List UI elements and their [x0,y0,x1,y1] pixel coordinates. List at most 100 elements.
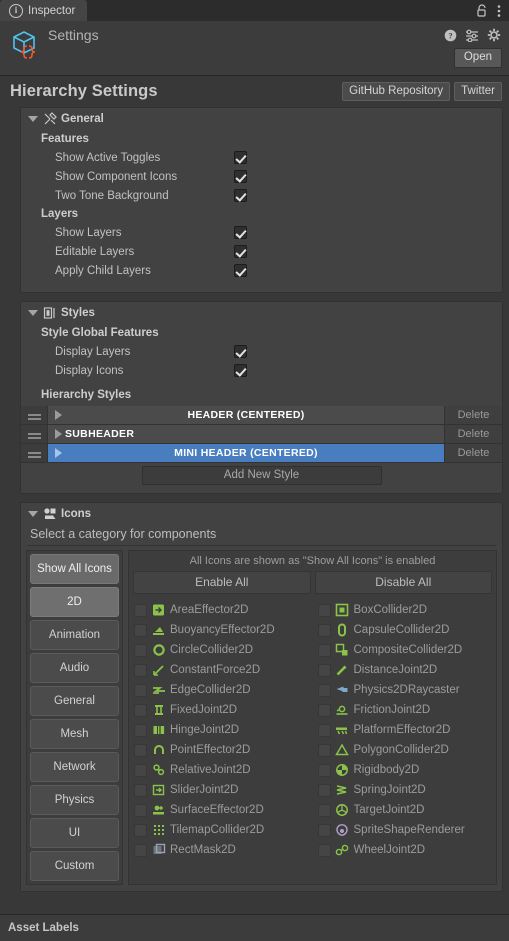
row-display-layers[interactable]: Display Layers [21,342,502,361]
section-general-header[interactable]: General [21,108,502,130]
foldout-arrow-icon[interactable] [28,310,38,316]
component-icon-checkbox[interactable] [317,843,331,857]
section-icons-header[interactable]: Icons [21,503,502,525]
component-icon-row[interactable]: SpringJoint2D [313,780,497,800]
component-icon-row[interactable]: ConstantForce2D [129,660,313,680]
component-icon-checkbox[interactable] [317,643,331,657]
component-icon-row[interactable]: TargetJoint2D [313,800,497,820]
help-icon[interactable]: ? [444,29,457,45]
section-styles-header[interactable]: Styles [21,302,502,324]
component-icon-checkbox[interactable] [134,643,147,657]
category-ui[interactable]: UI [30,818,119,848]
component-icon-checkbox[interactable] [317,803,331,817]
component-icon-checkbox[interactable] [134,703,147,717]
component-icon-row[interactable]: PolygonCollider2D [313,740,497,760]
component-icon-checkbox[interactable] [134,683,147,697]
component-icon-checkbox[interactable] [317,763,331,777]
add-new-style-button[interactable]: Add New Style [141,466,382,485]
component-icon-checkbox[interactable] [317,743,331,757]
component-icon-checkbox[interactable] [134,803,147,817]
drag-handle-icon[interactable] [21,425,48,443]
component-icon-row[interactable]: Rigidbody2D [313,760,497,780]
component-icon-row[interactable]: TilemapCollider2D [129,820,313,840]
category-physics[interactable]: Physics [30,785,119,815]
foldout-arrow-icon[interactable] [28,511,38,517]
component-icon-checkbox[interactable] [317,663,331,677]
component-icon-row[interactable]: CircleCollider2D [129,640,313,660]
component-icon-row[interactable]: BuoyancyEffector2D [129,620,313,640]
component-icon-checkbox[interactable] [317,623,331,637]
component-icon-checkbox[interactable] [134,783,147,797]
row-show-layers[interactable]: Show Layers [21,223,502,242]
delete-style-button[interactable]: Delete [444,444,502,462]
component-icon-row[interactable]: SliderJoint2D [129,780,313,800]
component-icon-row[interactable]: FixedJoint2D [129,700,313,720]
component-icon-checkbox[interactable] [317,723,331,737]
delete-style-button[interactable]: Delete [444,406,502,424]
component-icon-checkbox[interactable] [134,763,147,777]
style-list-item[interactable]: MINI HEADER (CENTERED) Delete [21,444,502,463]
expand-arrow-icon[interactable] [55,429,62,439]
asset-labels-footer[interactable]: Asset Labels [0,914,509,941]
category-custom[interactable]: Custom [30,851,119,881]
component-icon-checkbox[interactable] [134,843,147,857]
github-repository-button[interactable]: GitHub Repository [342,82,451,101]
component-icon-row[interactable]: CompositeCollider2D [313,640,497,660]
preset-slider-icon[interactable] [465,29,479,45]
checkbox-show-component-icons[interactable] [234,170,247,183]
component-icon-row[interactable]: HingeJoint2D [129,720,313,740]
row-display-icons[interactable]: Display Icons [21,361,502,380]
component-icon-row[interactable]: CapsuleCollider2D [313,620,497,640]
component-icon-checkbox[interactable] [134,623,147,637]
category-mesh[interactable]: Mesh [30,719,119,749]
component-icon-checkbox[interactable] [134,603,147,617]
component-icon-checkbox[interactable] [134,663,147,677]
component-icon-row[interactable]: SpriteShapeRenderer [313,820,497,840]
category-animation[interactable]: Animation [30,620,119,650]
component-icon-row[interactable]: EdgeCollider2D [129,680,313,700]
row-show-active-toggles[interactable]: Show Active Toggles [21,148,502,167]
component-icon-checkbox[interactable] [317,703,331,717]
row-editable-layers[interactable]: Editable Layers [21,242,502,261]
drag-handle-icon[interactable] [21,444,48,462]
checkbox-show-layers[interactable] [234,226,247,239]
component-icon-checkbox[interactable] [317,603,331,617]
foldout-arrow-icon[interactable] [28,116,38,122]
drag-handle-icon[interactable] [21,406,48,424]
component-icon-row[interactable]: BoxCollider2D [313,600,497,620]
row-show-component-icons[interactable]: Show Component Icons [21,167,502,186]
component-icon-row[interactable]: WheelJoint2D [313,840,497,860]
style-item-body[interactable]: MINI HEADER (CENTERED) [48,444,444,462]
component-icon-row[interactable]: FrictionJoint2D [313,700,497,720]
style-item-body[interactable]: SUBHEADER [48,425,444,443]
open-button[interactable]: Open [453,48,502,68]
row-apply-child-layers[interactable]: Apply Child Layers [21,261,502,280]
component-icon-checkbox[interactable] [134,823,147,837]
component-icon-checkbox[interactable] [134,723,147,737]
category-network[interactable]: Network [30,752,119,782]
kebab-menu-icon[interactable] [497,4,501,18]
category-audio[interactable]: Audio [30,653,119,683]
checkbox-display-layers[interactable] [234,345,247,358]
category-show-all-icons[interactable]: Show All Icons [30,554,119,584]
component-icon-checkbox[interactable] [134,743,147,757]
checkbox-editable-layers[interactable] [234,245,247,258]
component-icon-row[interactable]: RelativeJoint2D [129,760,313,780]
component-icon-row[interactable]: Physics2DRaycaster [313,680,497,700]
component-icon-row[interactable]: PointEffector2D [129,740,313,760]
component-icon-row[interactable]: SurfaceEffector2D [129,800,313,820]
component-icon-row[interactable]: PlatformEffector2D [313,720,497,740]
component-icon-checkbox[interactable] [317,823,331,837]
category-general[interactable]: General [30,686,119,716]
component-icon-checkbox[interactable] [317,683,331,697]
checkbox-display-icons[interactable] [234,364,247,377]
row-two-tone-background[interactable]: Two Tone Background [21,186,502,205]
enable-all-button[interactable]: Enable All [133,571,311,594]
style-list-item[interactable]: HEADER (CENTERED) Delete [21,406,502,425]
tab-inspector[interactable]: i Inspector [0,0,88,21]
checkbox-apply-child-layers[interactable] [234,264,247,277]
disable-all-button[interactable]: Disable All [314,571,492,594]
style-list-item[interactable]: SUBHEADER Delete [21,425,502,444]
gear-icon[interactable] [487,28,501,45]
delete-style-button[interactable]: Delete [444,425,502,443]
